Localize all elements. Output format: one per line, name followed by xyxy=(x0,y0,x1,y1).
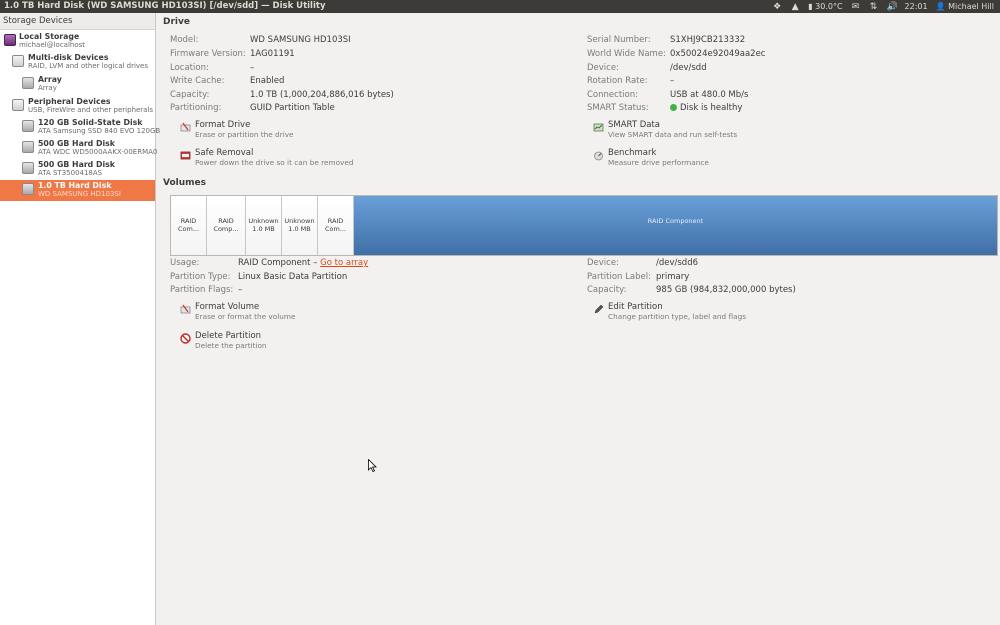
volume-segment[interactable]: RAID Comp... xyxy=(207,196,246,255)
top-panel: 1.0 TB Hard Disk (WD SAMSUNG HD103SI) [/… xyxy=(0,0,1000,13)
partitioning-label: Partitioning: xyxy=(170,103,222,113)
firmware-value: 1AG01191 xyxy=(250,49,295,59)
sidebar-item-local-storage[interactable]: Local Storage michael@localhost xyxy=(0,31,155,52)
update-icon[interactable]: ▲ xyxy=(790,2,800,12)
edit-pencil-icon xyxy=(594,304,604,314)
main-pane: Drive Model: WD SAMSUNG HD103SI Firmware… xyxy=(156,13,1000,625)
hard-disk-icon xyxy=(22,141,34,153)
sidebar-item-hdd-500-st[interactable]: 500 GB Hard Disk ATA ST3500418AS xyxy=(0,159,155,180)
volume-device-label: Device: xyxy=(587,258,619,268)
healthy-status-icon xyxy=(670,104,677,111)
rotation-value: – xyxy=(670,76,675,86)
partition-type-value: Linux Basic Data Partition xyxy=(238,272,348,282)
user-menu[interactable]: 👤 Michael Hill xyxy=(936,2,994,11)
volume-device-value: /dev/sdd6 xyxy=(656,258,699,268)
dropbox-icon[interactable]: ❖ xyxy=(772,2,782,12)
connection-value: USB at 480.0 Mb/s xyxy=(670,90,749,100)
mouse-cursor-icon xyxy=(368,459,377,472)
sidebar-item-hdd-500-wdc[interactable]: 500 GB Hard Disk ATA WDC WD5000AAKX-00ER… xyxy=(0,138,157,159)
usage-value: RAID Component – Go to array xyxy=(238,258,369,268)
format-drive-icon xyxy=(180,122,191,132)
volume-segment[interactable]: RAID Com... xyxy=(318,196,354,255)
hard-disk-icon xyxy=(22,183,34,195)
clock[interactable]: 22:01 xyxy=(905,2,928,11)
partition-type-label: Partition Type: xyxy=(170,272,231,282)
volume-capacity-label: Capacity: xyxy=(587,285,627,295)
benchmark-icon xyxy=(594,151,603,161)
partitioning-value: GUID Partition Table xyxy=(250,103,335,113)
sidebar-item-array[interactable]: Array Array xyxy=(0,74,155,95)
serial-label: Serial Number: xyxy=(587,35,651,45)
sidebar-item-multi-disk[interactable]: Multi-disk Devices RAID, LVM and other l… xyxy=(0,52,155,73)
partition-flags-label: Partition Flags: xyxy=(170,285,234,295)
rotation-label: Rotation Rate: xyxy=(587,76,648,86)
smart-status-label: SMART Status: xyxy=(587,103,649,113)
partition-flags-value: – xyxy=(238,285,243,295)
volume-segment[interactable]: Unknown 1.0 MB xyxy=(282,196,318,255)
array-icon xyxy=(22,77,34,89)
serial-value: S1XHJ9CB213332 xyxy=(670,35,746,45)
ssd-icon xyxy=(22,120,34,132)
location-value: – xyxy=(250,63,255,73)
multi-disk-icon xyxy=(12,55,24,67)
location-label: Location: xyxy=(170,63,209,73)
sidebar-item-hdd-1tb[interactable]: 1.0 TB Hard Disk WD SAMSUNG HD103SI xyxy=(0,180,155,201)
device-value: /dev/sdd xyxy=(670,63,707,73)
window-title: 1.0 TB Hard Disk (WD SAMSUNG HD103SI) [/… xyxy=(4,1,326,11)
hard-disk-icon xyxy=(22,162,34,174)
volume-segment[interactable]: Unknown 1.0 MB xyxy=(246,196,282,255)
write-cache-label: Write Cache: xyxy=(170,76,225,86)
firmware-label: Firmware Version: xyxy=(170,49,246,59)
partition-label-value: primary xyxy=(656,272,690,282)
format-volume-icon xyxy=(180,304,191,314)
connection-label: Connection: xyxy=(587,90,638,100)
sidebar-header: Storage Devices xyxy=(0,13,155,30)
volume-capacity-value: 985 GB (984,832,000,000 bytes) xyxy=(656,285,796,295)
usage-label: Usage: xyxy=(170,258,200,268)
temperature-indicator[interactable]: ▮ 30.0°C xyxy=(808,2,842,11)
smart-status-value: Disk is healthy xyxy=(670,103,742,113)
volumes-heading: Volumes xyxy=(163,178,206,188)
smart-data-icon xyxy=(593,123,604,132)
user-icon: 👤 xyxy=(935,2,946,11)
wwn-label: World Wide Name: xyxy=(587,49,666,59)
go-to-array-link[interactable]: Go to array xyxy=(320,258,368,268)
drive-heading: Drive xyxy=(163,17,190,27)
capacity-label: Capacity: xyxy=(170,90,210,100)
mail-icon[interactable]: ✉ xyxy=(851,2,861,12)
volume-icon[interactable]: 🔊 xyxy=(887,2,898,12)
device-label: Device: xyxy=(587,63,619,73)
sidebar-item-peripheral[interactable]: Peripheral Devices USB, FireWire and oth… xyxy=(0,96,155,117)
system-tray: ❖ ▲ ▮ 30.0°C ✉ ⇅ 🔊 22:01 👤 Michael Hill xyxy=(772,0,994,13)
network-icon[interactable]: ⇅ xyxy=(869,2,879,12)
battery-icon: ▮ xyxy=(808,2,813,11)
partition-label-label: Partition Label: xyxy=(587,272,651,282)
eject-icon xyxy=(180,151,191,160)
usb-icon xyxy=(12,99,24,111)
sidebar-item-ssd-120[interactable]: 120 GB Solid-State Disk ATA Samsung SSD … xyxy=(0,117,160,138)
computer-icon xyxy=(4,34,16,46)
write-cache-value: Enabled xyxy=(250,76,285,86)
storage-devices-sidebar: Storage Devices Local Storage michael@lo… xyxy=(0,13,160,625)
model-value: WD SAMSUNG HD103SI xyxy=(250,35,351,45)
volume-map: RAID Com... RAID Comp... Unknown 1.0 MB U… xyxy=(170,195,998,256)
model-label: Model: xyxy=(170,35,199,45)
capacity-value: 1.0 TB (1,000,204,886,016 bytes) xyxy=(250,90,394,100)
wwn-value: 0x50024e92049aa2ec xyxy=(670,49,766,59)
volume-segment[interactable]: RAID Com... xyxy=(171,196,207,255)
delete-icon xyxy=(180,333,191,344)
volume-segment-selected[interactable]: RAID Component xyxy=(354,196,997,255)
